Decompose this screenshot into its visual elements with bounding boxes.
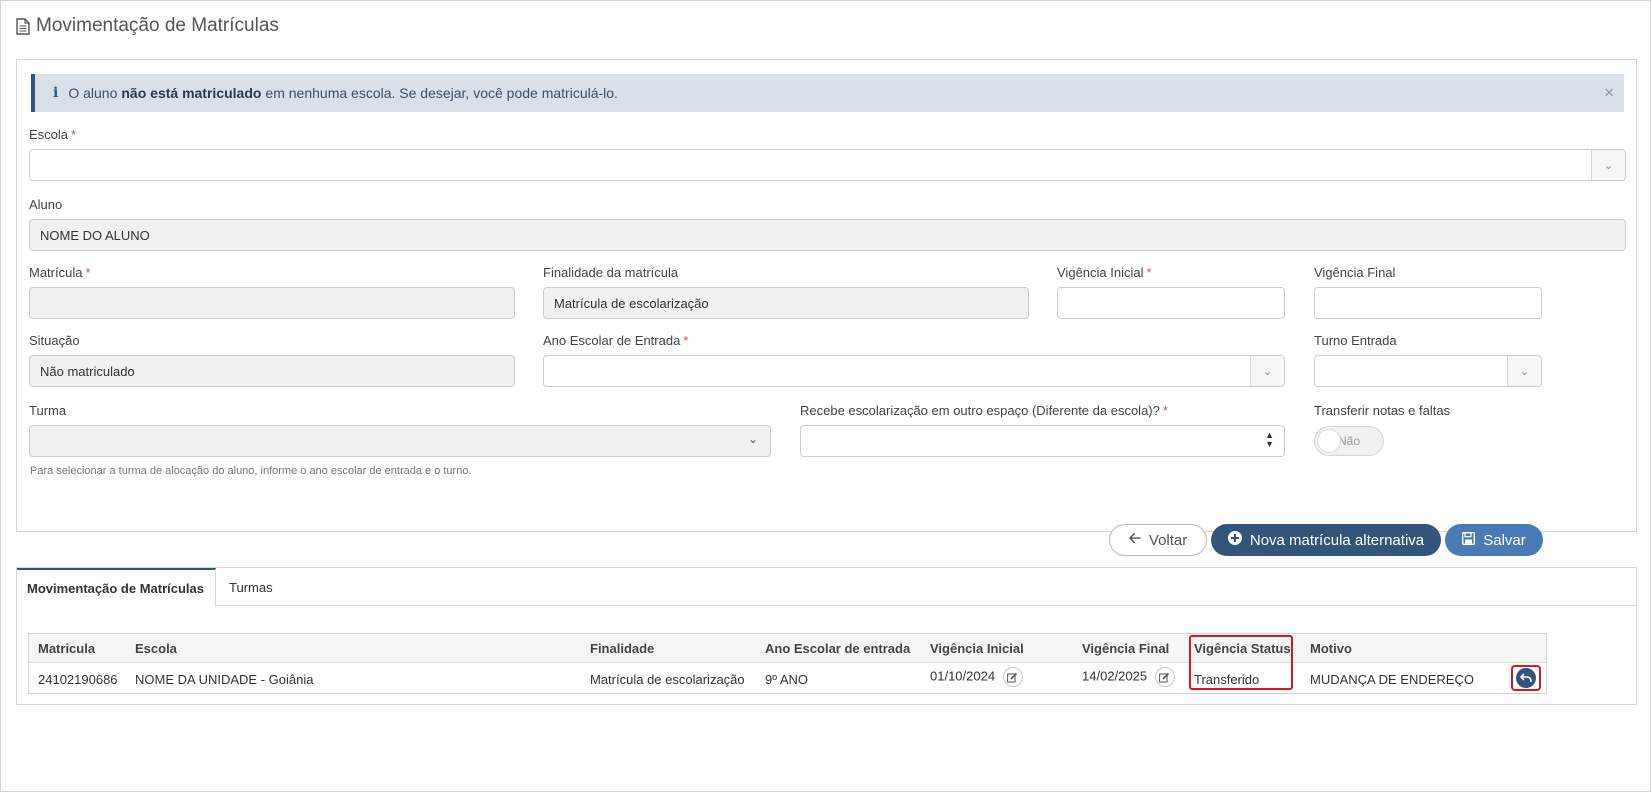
nova-matricula-label: Nova matrícula alternativa [1249, 531, 1425, 549]
matricula-field [29, 287, 515, 319]
turma-hint: Para selecionar a turma de alocação do a… [30, 465, 472, 477]
required-mark: * [683, 333, 689, 348]
undo-icon [1516, 668, 1536, 688]
outro-espaco-label: Recebe escolarização em outro espaço (Di… [800, 403, 1168, 418]
alert-text-bold: não está matriculado [121, 85, 262, 101]
matricula-label-text: Matrícula [29, 265, 83, 280]
outro-espaco-select[interactable]: ▲ ▼ [800, 425, 1285, 457]
status-highlight-box [1189, 635, 1293, 690]
col-ano-escolar: Ano Escolar de entrada [765, 641, 911, 656]
salvar-button[interactable]: Salvar [1445, 524, 1543, 556]
salvar-label: Salvar [1483, 531, 1526, 549]
vigencia-inicial-label-text: Vigência Inicial [1057, 265, 1144, 280]
vigencia-inicial-date: 01/10/2024 [930, 668, 996, 684]
info-icon: i [53, 85, 59, 101]
alert-text-prefix: O aluno [68, 85, 118, 101]
col-motivo: Motivo [1310, 641, 1352, 656]
situacao-value: Não matriculado [40, 363, 135, 379]
required-mark: * [1146, 265, 1152, 280]
vigencia-final-input[interactable] [1314, 287, 1542, 319]
col-vigencia-final: Vigência Final [1082, 641, 1170, 656]
situacao-label: Situação [29, 333, 80, 348]
finalidade-field: Matrícula de escolarização [543, 287, 1029, 319]
arrow-left-icon: 🡠 [1128, 529, 1141, 547]
vigencia-final-label: Vigência Final [1314, 265, 1396, 280]
close-icon[interactable]: × [1604, 83, 1614, 103]
tab-bar: Movimentação de Matrículas Turmas [17, 568, 1636, 607]
tab-turmas[interactable]: Turmas [219, 568, 283, 606]
info-alert: i O aluno não está matriculado em nenhum… [31, 74, 1624, 112]
ano-escolar-label-text: Ano Escolar de Entrada [543, 333, 681, 348]
turma-label: Turma [29, 403, 67, 418]
finalidade-value: Matrícula de escolarização [554, 295, 709, 311]
ano-escolar-label: Ano Escolar de Entrada * [543, 333, 688, 348]
vigencia-inicial-label: Vigência Inicial * [1057, 265, 1152, 280]
turma-select[interactable]: ⌄ [29, 425, 771, 457]
col-matricula: Matricula [38, 641, 96, 656]
voltar-label: Voltar [1148, 531, 1188, 549]
cell-finalidade: Matrícula de escolarização [590, 672, 745, 687]
matricula-label: Matrícula * [29, 265, 91, 280]
aluno-value: NOME DO ALUNO [40, 227, 150, 243]
vigencia-final-date: 14/02/2025 [1082, 668, 1148, 684]
page-title-text: Movimentação de Matrículas [36, 15, 279, 36]
alert-text-suffix: em nenhuma escola. Se desejar, você pode… [265, 85, 618, 101]
page-title: Movimentação de Matrículas [16, 15, 279, 37]
nova-matricula-button[interactable]: Nova matrícula alternativa [1211, 524, 1441, 556]
required-mark: * [1162, 403, 1168, 418]
aluno-label: Aluno [29, 197, 63, 212]
voltar-button[interactable]: 🡠 Voltar [1109, 524, 1207, 556]
document-icon [16, 17, 30, 35]
updown-icon[interactable]: ▲ ▼ [1265, 431, 1274, 449]
required-mark: * [71, 127, 77, 142]
turno-entrada-label: Turno Entrada [1314, 333, 1397, 348]
transferir-toggle-value: Não [1337, 434, 1360, 448]
chevron-down-icon[interactable]: ⌄ [1591, 150, 1625, 180]
undo-transfer-button[interactable] [1511, 665, 1541, 691]
col-vigencia-inicial: Vigência Inicial [930, 641, 1024, 656]
tabs-panel: Movimentação de Matrículas Turmas Matric… [16, 567, 1637, 705]
col-finalidade: Finalidade [590, 641, 655, 656]
enrollment-history-table: Matricula Escola Finalidade Ano Escolar … [28, 633, 1547, 694]
escola-select[interactable]: ⌄ [29, 149, 1626, 181]
cell-matricula: 24102190686 [38, 672, 118, 687]
transferir-toggle[interactable]: Não [1314, 426, 1384, 456]
required-mark: * [85, 265, 91, 280]
toggle-knob [1317, 429, 1341, 453]
outro-espaco-label-text: Recebe escolarização em outro espaço (Di… [800, 403, 1160, 418]
chevron-down-icon[interactable]: ⌄ [1507, 356, 1541, 386]
enrollment-form-panel: i O aluno não está matriculado em nenhum… [16, 59, 1637, 532]
ano-escolar-select[interactable]: ⌄ [543, 355, 1285, 387]
page-frame: Movimentação de Matrículas i O aluno não… [0, 0, 1651, 792]
cell-motivo: MUDANÇA DE ENDEREÇO [1310, 672, 1474, 687]
save-icon [1462, 531, 1476, 549]
situacao-field: Não matriculado [29, 355, 515, 387]
escola-label-text: Escola [29, 127, 69, 142]
tab-movimentacao[interactable]: Movimentação de Matrículas [17, 568, 216, 607]
cell-vigencia-final: 14/02/2025 [1082, 667, 1175, 687]
vigencia-inicial-input[interactable] [1057, 287, 1285, 319]
edit-icon[interactable] [1002, 667, 1023, 687]
plus-circle-icon [1227, 531, 1242, 549]
chevron-down-icon[interactable]: ⌄ [1250, 356, 1284, 386]
table-header: Matricula Escola Finalidade Ano Escolar … [29, 634, 1546, 663]
edit-icon[interactable] [1154, 667, 1175, 687]
aluno-field: NOME DO ALUNO [29, 219, 1626, 251]
finalidade-label: Finalidade da matrícula [543, 265, 679, 280]
cell-escola: NOME DA UNIDADE - Goiânia [135, 672, 314, 687]
turno-entrada-select[interactable]: ⌄ [1314, 355, 1542, 387]
cell-vigencia-inicial: 01/10/2024 [930, 667, 1023, 687]
col-escola: Escola [135, 641, 177, 656]
chevron-down-icon[interactable]: ⌄ [748, 432, 758, 446]
escola-label: Escola * [29, 127, 76, 142]
cell-ano-escolar: 9º ANO [765, 672, 809, 687]
transferir-label: Transferir notas e faltas [1314, 403, 1451, 418]
